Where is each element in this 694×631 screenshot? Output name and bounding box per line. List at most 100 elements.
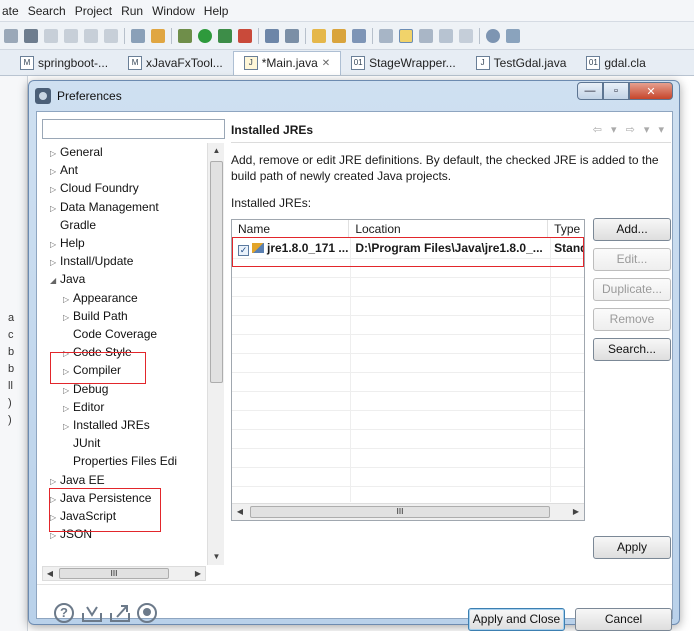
apply-and-close-button[interactable]: Apply and Close (468, 608, 565, 631)
tree-item-installed-jres[interactable]: ▷ Installed JREs (63, 416, 150, 434)
menu-item-run[interactable]: Run (121, 4, 143, 18)
jre-row-highlight-box (232, 237, 584, 267)
highlight-icon[interactable] (399, 28, 413, 43)
tree-horizontal-scrollbar[interactable]: ◀ III ▶ (42, 566, 206, 581)
close-icon[interactable]: ✕ (322, 58, 330, 69)
editor-tab-testgdal[interactable]: J TestGdal.java (466, 52, 577, 74)
run-icon[interactable] (198, 28, 212, 43)
new-icon[interactable] (265, 28, 279, 43)
apply-button[interactable]: Apply (593, 536, 671, 559)
block-selection-icon[interactable] (64, 28, 78, 43)
cancel-button[interactable]: Cancel (575, 608, 672, 631)
format-icon[interactable] (151, 28, 165, 43)
pin-icon[interactable] (379, 28, 393, 43)
installed-jres-highlight-box (49, 488, 161, 532)
editor-tab-label: TestGdal.java (493, 55, 567, 70)
close-button[interactable]: ✕ (629, 82, 673, 100)
column-header-type[interactable]: Type (548, 220, 584, 238)
table-gridline (232, 296, 584, 297)
table-horizontal-scrollbar[interactable]: ◀ III ▶ (232, 503, 584, 520)
dialog-titlebar[interactable]: Preferences — ▫ ✕ (29, 81, 679, 111)
edit-button[interactable]: Edit... (593, 248, 671, 271)
scroll-left-arrow-icon[interactable]: ◀ (43, 567, 57, 580)
scrollbar-thumb[interactable]: III (250, 506, 550, 518)
remove-button[interactable]: Remove (593, 308, 671, 331)
editor-tab-gdal-class[interactable]: 01 gdal.cla (576, 52, 655, 74)
toggle-breadcrumb-icon[interactable] (419, 28, 433, 43)
stop-icon[interactable] (24, 28, 38, 43)
mark-occurrences-icon[interactable] (44, 28, 58, 43)
search-button[interactable]: Search... (593, 338, 671, 361)
search-icon[interactable] (486, 28, 500, 43)
scroll-up-arrow-icon[interactable]: ▲ (208, 143, 225, 159)
tree-item-ant[interactable]: ▷ Ant (50, 161, 78, 179)
tree-item-junit[interactable]: JUnit (63, 434, 100, 452)
scroll-down-arrow-icon[interactable]: ▼ (208, 549, 225, 565)
import-preferences-icon[interactable] (81, 603, 103, 623)
editor-tab-xjavafxtool[interactable]: M xJavaFxTool... (118, 52, 233, 74)
menu-item-update[interactable]: ate (2, 4, 19, 18)
tree-item-data-management[interactable]: ▷ Data Management (50, 198, 159, 216)
toolbar-separator (124, 27, 125, 44)
editor-tab-springboot[interactable]: M springboot-... (10, 52, 118, 74)
maven-file-icon: M (20, 55, 34, 70)
debug-icon[interactable] (178, 28, 192, 43)
annotation-icon[interactable] (131, 28, 145, 43)
perspective-icon[interactable] (506, 28, 520, 43)
tree-item-cloud-foundry[interactable]: ▷ Cloud Foundry (50, 179, 139, 197)
editor-tab-main-java[interactable]: J *Main.java ✕ (232, 50, 342, 75)
tree-item-code-coverage[interactable]: Code Coverage (63, 325, 157, 343)
duplicate-button[interactable]: Duplicate... (593, 278, 671, 301)
tree-vertical-scrollbar[interactable]: ▲ ▼ (207, 143, 224, 565)
external-tools-icon[interactable] (238, 28, 252, 43)
whitespace-icon[interactable] (84, 28, 98, 43)
tree-item-label: Ant (60, 163, 79, 178)
pen-icon[interactable] (352, 28, 366, 43)
minimize-button[interactable]: — (577, 82, 603, 100)
toolbar-separator (305, 27, 306, 44)
tree-item-install-update[interactable]: ▷ Install/Update (50, 252, 133, 270)
scrollbar-thumb[interactable] (210, 161, 223, 383)
history-nav-arrows-icon[interactable]: ⇦ ▾ ⇨ ▾ ▾ (593, 123, 667, 136)
add-button[interactable]: Add... (593, 218, 671, 241)
tree-item-appearance[interactable]: ▷ Appearance (63, 289, 138, 307)
scroll-right-arrow-icon[interactable]: ▶ (191, 567, 205, 580)
record-icon[interactable] (137, 603, 157, 623)
menu-item-window[interactable]: Window (152, 4, 195, 18)
editor-tab-stagewrapper[interactable]: 01 StageWrapper... (341, 52, 466, 74)
filter-input[interactable] (42, 119, 225, 139)
tree-item-label: Code Coverage (73, 327, 158, 341)
export-preferences-icon[interactable] (109, 603, 131, 623)
tree-item-editor[interactable]: ▷ Editor (63, 398, 104, 416)
expanded-arrow-icon[interactable]: ◢ (50, 272, 60, 290)
scroll-left-arrow-icon[interactable]: ◀ (232, 504, 248, 520)
column-header-name[interactable]: Name (232, 220, 350, 238)
maximize-button[interactable]: ▫ (603, 82, 629, 100)
tree-item-label: Cloud Foundry (60, 181, 139, 196)
tree-item-java[interactable]: ◢ Java (50, 270, 85, 288)
dialog-client-area: ▷ General ▷ Ant ▷ Cloud Foundry ▷ Data Manageme… (36, 111, 673, 631)
word-wrap-icon[interactable] (104, 28, 118, 43)
coverage-icon[interactable] (218, 28, 232, 43)
help-icon[interactable]: ? (54, 603, 74, 623)
show-whitespace-icon[interactable] (439, 28, 453, 43)
table-gridline (232, 467, 584, 468)
menu-item-search[interactable]: Search (28, 4, 66, 18)
open-folder-icon[interactable] (312, 28, 326, 43)
toggle-icon[interactable] (4, 28, 18, 43)
tree-item-general[interactable]: ▷ General (50, 143, 103, 161)
tree-item-build-path[interactable]: ▷ Build Path (63, 307, 128, 325)
java-file-icon: J (243, 56, 258, 70)
menu-item-help[interactable]: Help (204, 4, 229, 18)
tree-item-java-ee[interactable]: ▷ Java EE (50, 471, 105, 489)
tree-item-gradle[interactable]: Gradle (50, 216, 96, 234)
scroll-right-arrow-icon[interactable]: ▶ (568, 504, 584, 520)
column-header-location[interactable]: Location (349, 220, 549, 238)
menu-item-project[interactable]: Project (75, 4, 112, 18)
paragraph-icon[interactable] (459, 28, 473, 43)
settings-icon[interactable] (285, 28, 299, 43)
tree-item-help[interactable]: ▷ Help (50, 234, 85, 252)
tree-item-properties-files-edi[interactable]: Properties Files Edi (63, 452, 177, 470)
open-type-icon[interactable] (332, 28, 346, 43)
scrollbar-thumb[interactable]: III (59, 568, 169, 579)
